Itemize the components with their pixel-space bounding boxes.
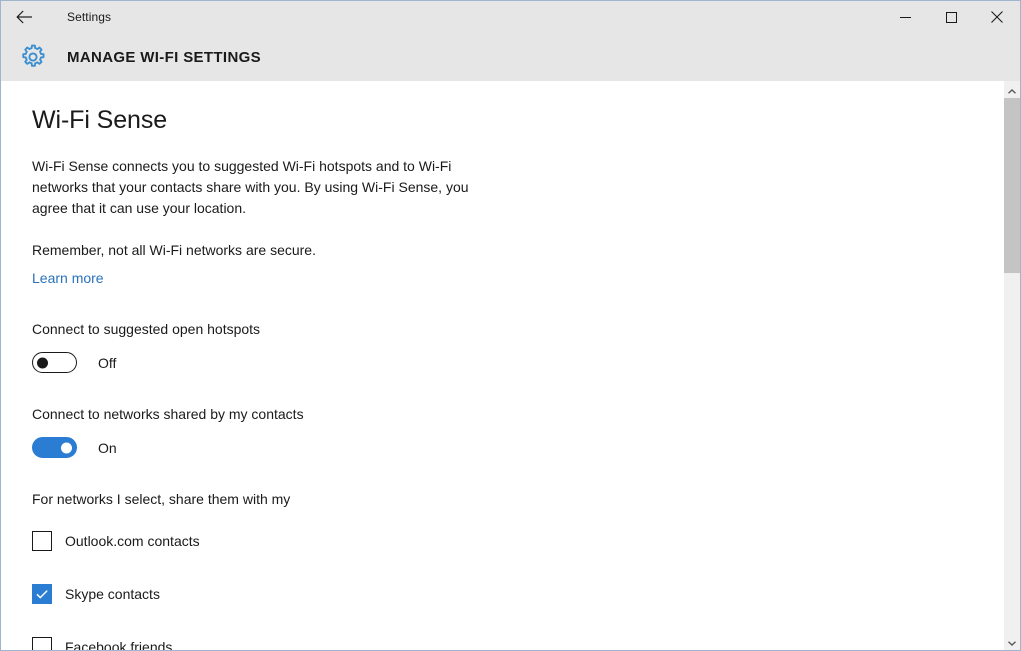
checkbox-label: Outlook.com contacts <box>65 533 200 549</box>
maximize-button[interactable] <box>928 1 974 33</box>
back-button[interactable] <box>1 1 47 33</box>
checkbox-row-facebook[interactable]: Facebook friends <box>32 637 1004 650</box>
section-title: Wi-Fi Sense <box>32 106 168 134</box>
toggle-knob <box>61 442 72 453</box>
maximize-icon <box>945 11 957 23</box>
title-bar: Settings <box>1 1 1020 33</box>
checkbox-facebook-friends[interactable] <box>32 637 52 650</box>
minimize-button[interactable] <box>882 1 928 33</box>
share-with-group: For networks I select, share them with m… <box>32 490 1004 650</box>
checkbox-outlook-contacts[interactable] <box>32 531 52 551</box>
intro-paragraph: Wi-Fi Sense connects you to suggested Wi… <box>32 158 469 216</box>
window-controls <box>882 1 1020 33</box>
chevron-down-icon <box>1008 633 1016 651</box>
content-area: Wi-Fi Sense Wi-Fi Sense connects you to … <box>1 81 1004 650</box>
setting-suggested-open-hotspots: Connect to suggested open hotspots Off <box>32 320 1004 373</box>
toggle-suggested-open-hotspots[interactable] <box>32 352 77 373</box>
checkbox-row-skype[interactable]: Skype contacts <box>32 584 1004 604</box>
scroll-down-button[interactable] <box>1004 633 1020 650</box>
close-icon <box>991 11 1003 23</box>
settings-window: Settings MANAGE WI-FI SETTINGS Wi-Fi Sen… <box>0 0 1021 651</box>
remember-text: Remember, not all Wi-Fi networks are sec… <box>32 242 316 258</box>
toggle-networks-shared-by-contacts[interactable] <box>32 437 77 458</box>
chevron-up-icon <box>1008 81 1016 99</box>
minimize-icon <box>899 16 911 18</box>
scroll-thumb[interactable] <box>1004 98 1020 273</box>
checkbox-row-outlook[interactable]: Outlook.com contacts <box>32 531 1004 551</box>
toggle-state-label: On <box>98 439 117 456</box>
vertical-scrollbar[interactable] <box>1004 81 1020 650</box>
learn-more-link[interactable]: Learn more <box>32 269 104 287</box>
gear-icon <box>1 43 65 71</box>
share-group-label: For networks I select, share them with m… <box>32 491 291 507</box>
toggle-knob <box>37 357 48 368</box>
checkbox-skype-contacts[interactable] <box>32 584 52 604</box>
scroll-up-button[interactable] <box>1004 81 1020 98</box>
toggle-state-label: Off <box>98 354 117 371</box>
page-header: MANAGE WI-FI SETTINGS <box>1 33 1020 81</box>
toggle-row: Off <box>32 352 1004 373</box>
checkbox-label: Facebook friends <box>65 639 173 650</box>
toggle-row: On <box>32 437 1004 458</box>
setting-networks-shared-by-contacts: Connect to networks shared by my contact… <box>32 405 1004 458</box>
page-title: MANAGE WI-FI SETTINGS <box>67 48 262 66</box>
setting-label: Connect to networks shared by my contact… <box>32 406 304 422</box>
close-button[interactable] <box>974 1 1020 33</box>
setting-label: Connect to suggested open hotspots <box>32 321 261 337</box>
back-arrow-icon <box>15 10 33 24</box>
checkmark-icon <box>36 590 48 599</box>
checkbox-label: Skype contacts <box>65 586 160 602</box>
app-title: Settings <box>67 10 112 24</box>
